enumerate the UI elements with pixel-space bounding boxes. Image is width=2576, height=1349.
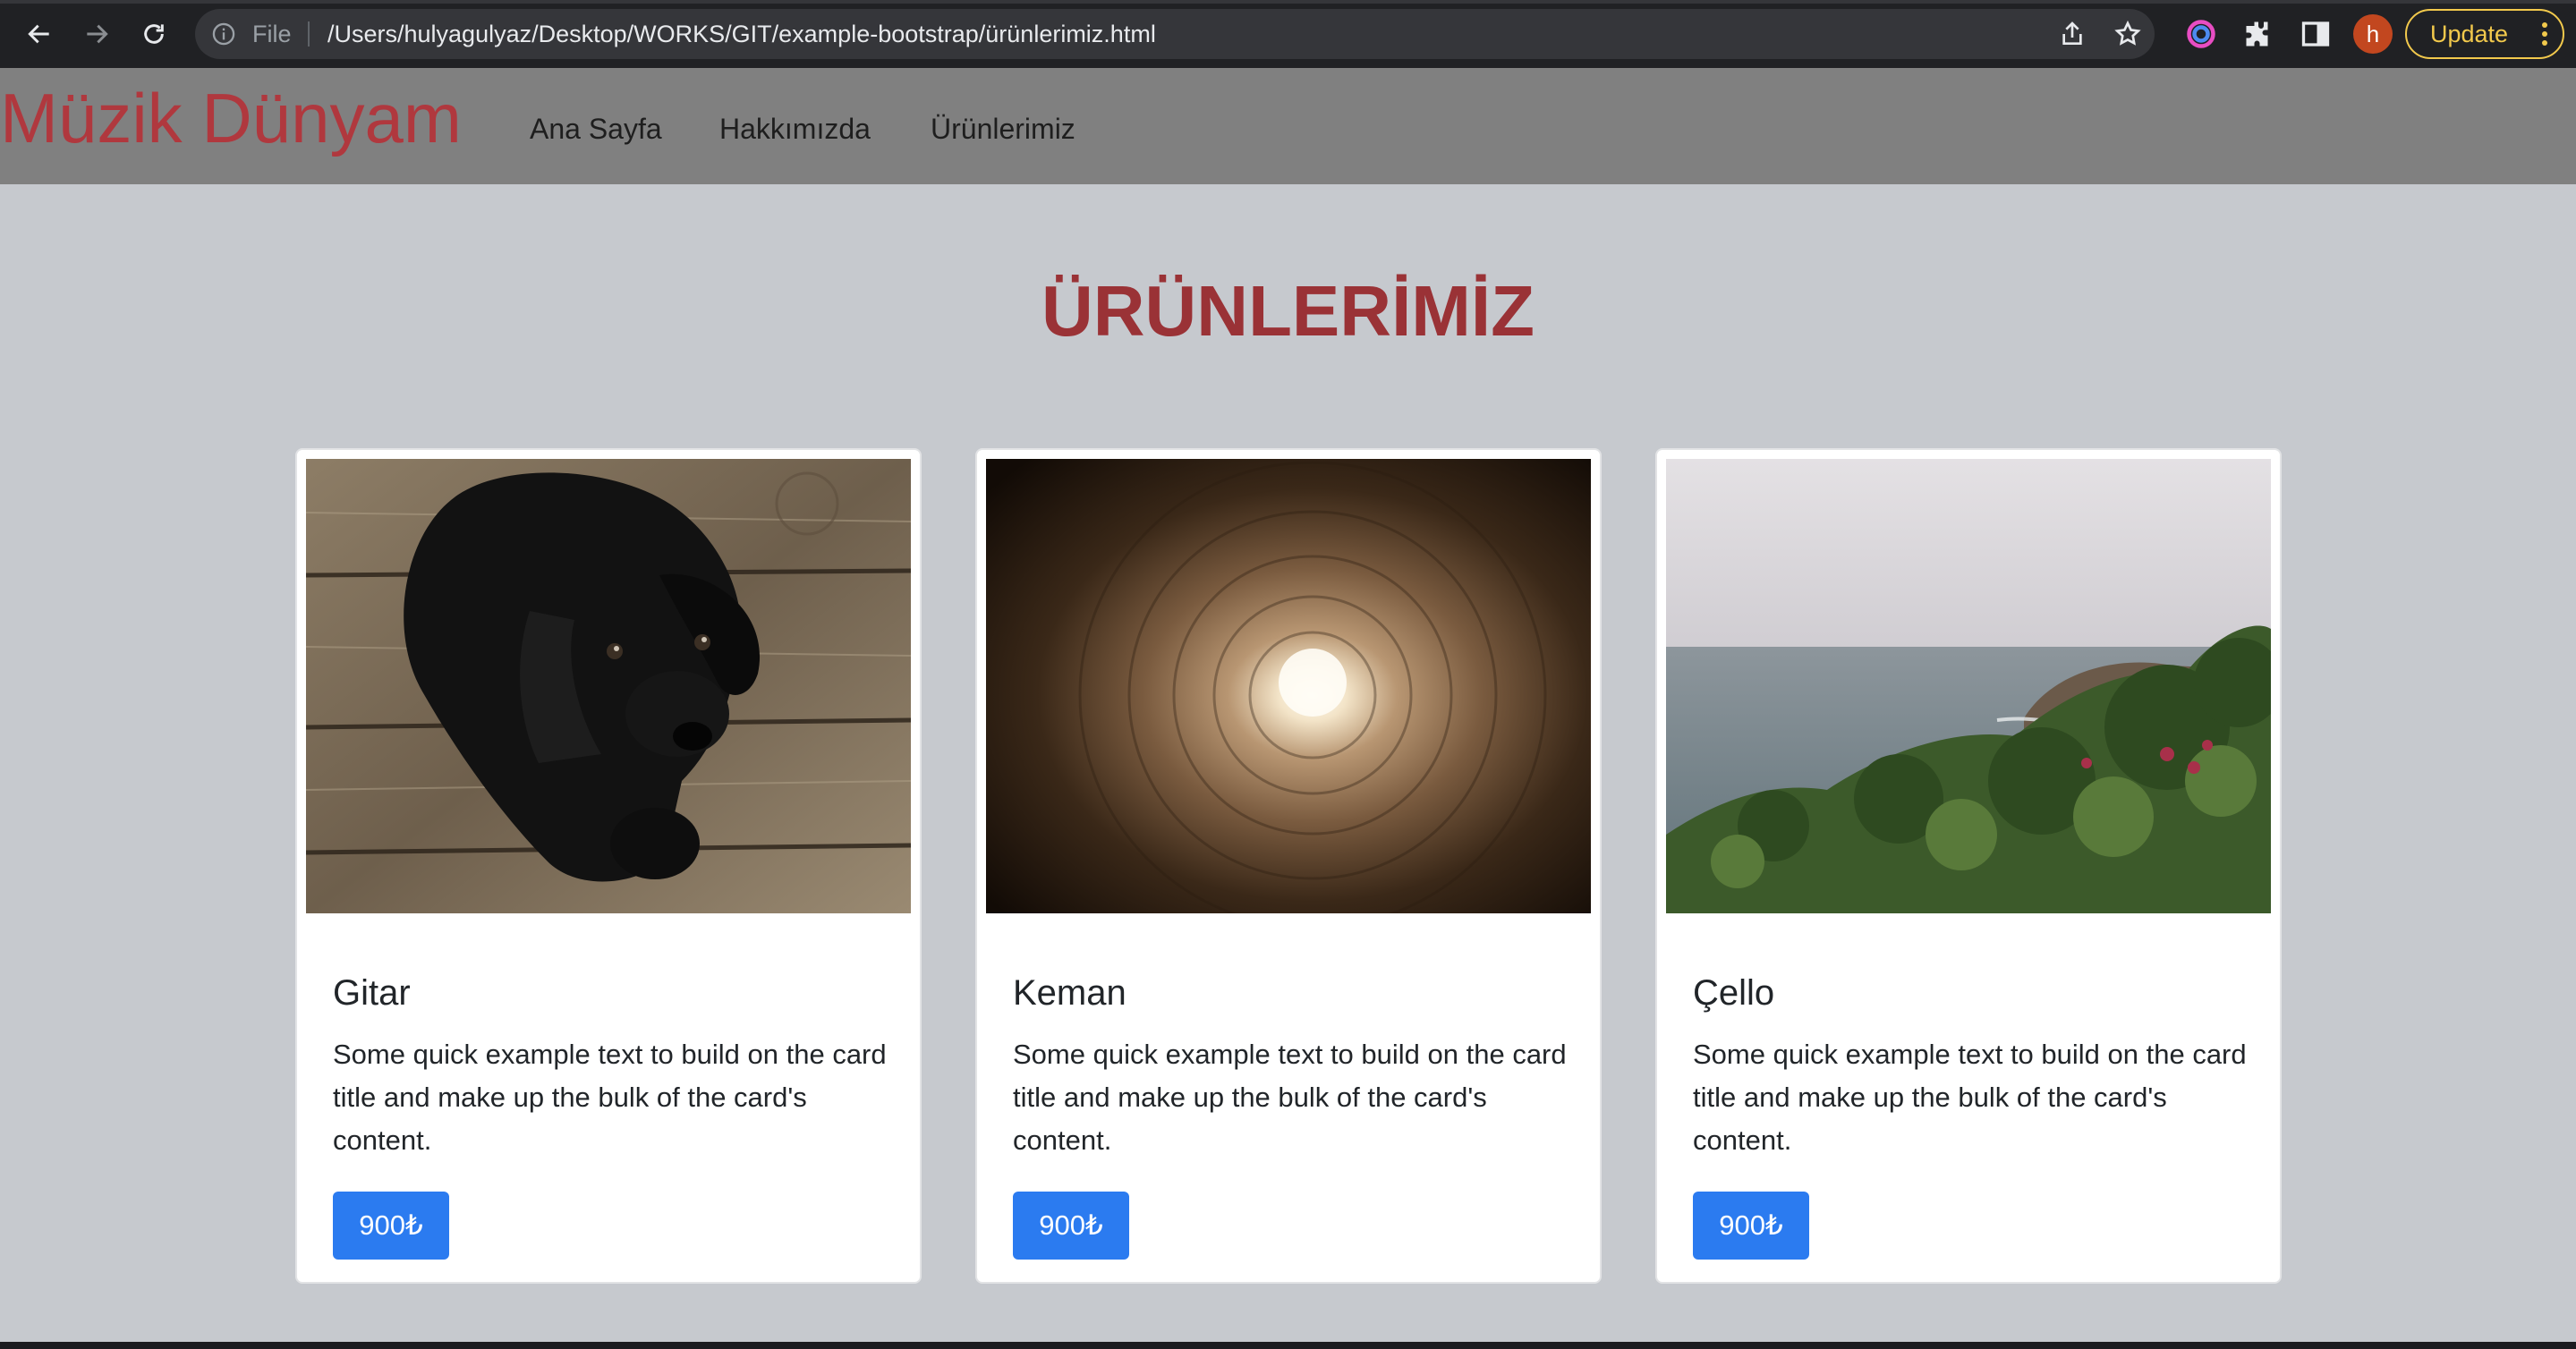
- file-scheme-label: File: [252, 21, 292, 47]
- nav-link-about[interactable]: Hakkımızda: [719, 107, 871, 150]
- window-bottom-edge: [0, 1342, 2576, 1349]
- extensions-puzzle-icon[interactable]: [2242, 18, 2274, 50]
- site-navbar: Müzik Dünyam Ana Sayfa Hakkımızda Ürünle…: [0, 68, 2576, 184]
- forward-arrow-icon: [87, 24, 108, 44]
- info-icon[interactable]: [211, 21, 236, 47]
- card-text: Some quick example text to build on the …: [1013, 1039, 1567, 1156]
- card-image-tunnel: [986, 459, 1591, 913]
- tab-strip-edge: [0, 0, 2576, 4]
- address-bar[interactable]: File /Users/hulyagulyaz/Desktop/WORKS/GI…: [195, 9, 2155, 59]
- price-button[interactable]: 900₺: [1013, 1192, 1129, 1260]
- card-text: Some quick example text to build on the …: [1693, 1039, 2247, 1156]
- bookmark-star-icon[interactable]: [2113, 20, 2142, 48]
- page-content: Müzik Dünyam Ana Sayfa Hakkımızda Ürünle…: [0, 68, 2576, 1349]
- card-title: Keman: [1013, 973, 1126, 1013]
- browser-toolbar: File /Users/hulyagulyaz/Desktop/WORKS/GI…: [0, 0, 2576, 68]
- product-card-gitar: Gitar Some quick example text to build o…: [295, 448, 922, 1284]
- forward-button[interactable]: [75, 13, 118, 55]
- product-card-keman: Keman Some quick example text to build o…: [975, 448, 1602, 1284]
- back-button[interactable]: [18, 13, 61, 55]
- url-text[interactable]: /Users/hulyagulyaz/Desktop/WORKS/GIT/exa…: [327, 9, 1156, 59]
- price-button[interactable]: 900₺: [1693, 1192, 1809, 1260]
- card-title: Gitar: [333, 973, 411, 1013]
- nav-link-home[interactable]: Ana Sayfa: [530, 107, 662, 150]
- card-text: Some quick example text to build on the …: [333, 1039, 887, 1156]
- price-button[interactable]: 900₺: [333, 1192, 449, 1260]
- share-icon[interactable]: [2058, 20, 2087, 48]
- update-button-label: Update: [2430, 21, 2509, 47]
- card-image-coast: [1666, 459, 2271, 913]
- reload-icon: [144, 24, 164, 44]
- product-card-cello: Çello Some quick example text to build o…: [1655, 448, 2282, 1284]
- card-title: Çello: [1693, 973, 1775, 1013]
- more-menu-icon[interactable]: [2541, 21, 2548, 47]
- address-divider: [308, 21, 310, 47]
- reload-button[interactable]: [132, 13, 175, 55]
- side-panel-icon[interactable]: [2300, 18, 2332, 50]
- page-title: ÜRÜNLERİMİZ: [1041, 271, 1535, 351]
- brand-logo[interactable]: Müzik Dünyam: [0, 75, 462, 161]
- update-button[interactable]: Update: [2405, 9, 2564, 59]
- extension-color-icon[interactable]: [2185, 18, 2217, 50]
- card-image-puppy: [306, 459, 911, 913]
- nav-link-products[interactable]: Ürünlerimiz: [931, 107, 1075, 150]
- back-arrow-icon: [28, 24, 49, 44]
- profile-avatar[interactable]: h: [2353, 14, 2393, 54]
